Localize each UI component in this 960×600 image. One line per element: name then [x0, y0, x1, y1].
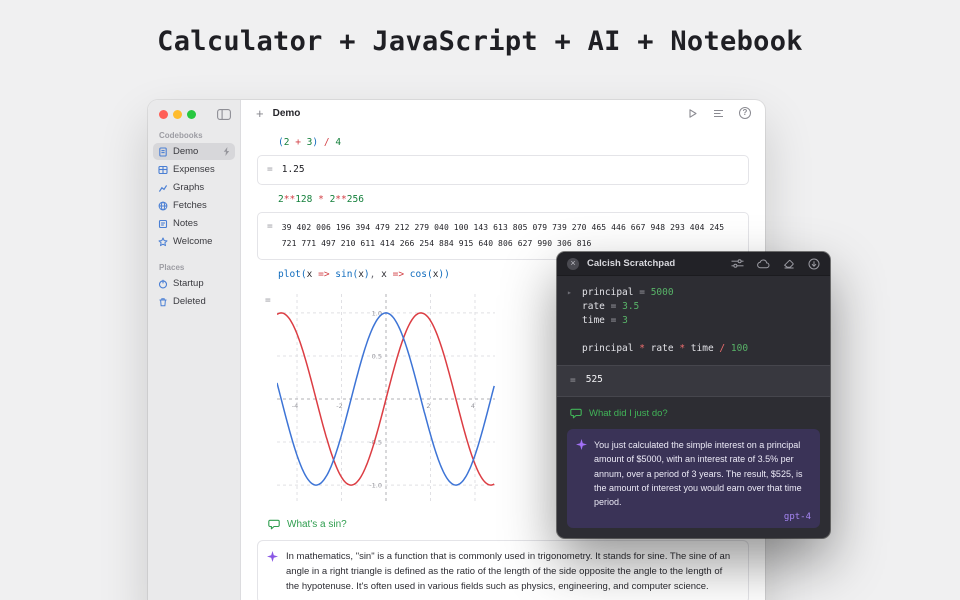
- sidebar-item-label: Expenses: [173, 164, 215, 175]
- add-tab-button[interactable]: +: [256, 107, 264, 120]
- scratchpad-code-line: rate = 3.5: [582, 301, 640, 312]
- svg-text:-2: -2: [336, 402, 342, 410]
- sidebar-item-welcome[interactable]: Welcome: [153, 233, 235, 250]
- eraser-icon[interactable]: [783, 258, 795, 269]
- result-cell: = 1.25: [257, 155, 749, 186]
- sidebar-section-places: Places: [159, 263, 185, 272]
- chat-icon: [268, 519, 280, 530]
- bolt-icon: [223, 147, 230, 156]
- sidebar-item-label: Fetches: [173, 200, 207, 211]
- code-cell[interactable]: (2 + 3) / 4: [251, 128, 755, 155]
- sidebar-item-demo[interactable]: Demo: [153, 143, 235, 160]
- scratchpad-titlebar: × Calcish Scratchpad: [557, 252, 830, 276]
- sidebar-item-deleted[interactable]: Deleted: [153, 293, 235, 310]
- zoom-window-button[interactable]: [187, 110, 196, 119]
- sidebar-item-notes[interactable]: Notes: [153, 215, 235, 232]
- sidebar-item-label: Notes: [173, 218, 198, 229]
- page-title: Calculator + JavaScript + AI + Notebook: [157, 26, 803, 57]
- scratchpad-code-line: principal * rate * time / 100: [582, 343, 749, 354]
- scratchpad-title: Calcish Scratchpad: [587, 258, 676, 269]
- model-badge: gpt-4: [783, 512, 811, 523]
- scratchpad-result-value: 525: [585, 374, 603, 385]
- outline-icon[interactable]: [713, 108, 724, 119]
- chat-icon: [570, 408, 582, 419]
- result-value: 39 402 006 196 394 479 212 279 040 100 1…: [281, 223, 725, 249]
- equals-sign: =: [265, 295, 271, 307]
- sidebar-toggle-icon[interactable]: [217, 109, 231, 120]
- result-value: 1.25: [281, 164, 305, 175]
- question-text: What's a sin?: [287, 519, 347, 531]
- help-icon[interactable]: ?: [739, 107, 751, 119]
- minimize-window-button[interactable]: [173, 110, 182, 119]
- sliders-icon[interactable]: [731, 258, 744, 269]
- sparkle-icon: [576, 439, 587, 451]
- chart-icon: [158, 183, 168, 193]
- scratchpad-code-line: time = 3: [582, 315, 628, 326]
- svg-text:-1.0: -1.0: [369, 482, 382, 490]
- scratchpad-window: × Calcish Scratchpad ▸ principal = 5000: [557, 252, 830, 539]
- svg-text:0.5: 0.5: [371, 353, 381, 361]
- sidebar-item-label: Demo: [173, 146, 199, 157]
- tab-title: Demo: [272, 107, 301, 119]
- ai-answer-text: In mathematics, "sin" is a function that…: [286, 551, 731, 592]
- tab-bar: + Demo ?: [241, 100, 765, 124]
- sidebar-item-expenses[interactable]: Expenses: [153, 161, 235, 178]
- note-icon: [158, 219, 168, 229]
- window-controls: [148, 100, 240, 126]
- scratchpad-ai-text: You just calculated the simple interest …: [594, 440, 803, 508]
- equals-sign: =: [570, 375, 576, 386]
- svg-text:2: 2: [426, 402, 430, 410]
- sparkle-icon: [267, 551, 278, 563]
- sidebar-item-label: Deleted: [173, 296, 206, 307]
- run-icon[interactable]: [687, 108, 698, 119]
- prompt-icon: ▸: [567, 288, 572, 297]
- close-window-button[interactable]: [159, 110, 168, 119]
- plot-svg: -4 -2 2 41.00.5-0.5-1.0: [276, 294, 495, 505]
- power-icon: [158, 279, 168, 289]
- code-cell[interactable]: 2**128 * 2**256: [251, 185, 755, 212]
- canvas: Calculator + JavaScript + AI + Notebook …: [0, 0, 960, 600]
- scratchpad-editor[interactable]: ▸ principal = 5000 rate = 3.5 time = 3 p…: [557, 276, 830, 538]
- scratchpad-code-line: principal = 5000: [582, 287, 674, 298]
- equals-sign: =: [267, 221, 273, 233]
- svg-text:-4: -4: [292, 402, 298, 410]
- cloud-icon[interactable]: [757, 259, 770, 269]
- sidebar-item-label: Startup: [173, 278, 204, 289]
- sidebar-section-codebooks: Codebooks: [159, 131, 203, 140]
- scratchpad-question[interactable]: What did I just do?: [570, 408, 817, 419]
- sidebar-item-startup[interactable]: Startup: [153, 275, 235, 292]
- trash-icon: [158, 297, 168, 307]
- equals-sign: =: [267, 164, 273, 175]
- sidebar-item-label: Welcome: [173, 236, 213, 247]
- scratchpad-ai-answer: You just calculated the simple interest …: [567, 429, 820, 529]
- table-icon: [158, 165, 168, 175]
- close-icon[interactable]: ×: [567, 257, 579, 270]
- globe-icon: [158, 201, 168, 211]
- scratchpad-question-text: What did I just do?: [589, 408, 668, 420]
- sidebar-item-label: Graphs: [173, 182, 205, 193]
- ai-answer-cell: In mathematics, "sin" is a function that…: [257, 540, 749, 600]
- svg-text:4: 4: [471, 402, 475, 410]
- scratchpad-result: = 525: [557, 365, 830, 398]
- sidebar-item-graphs[interactable]: Graphs: [153, 179, 235, 196]
- document-icon: [158, 146, 168, 157]
- sidebar-item-fetches[interactable]: Fetches: [153, 197, 235, 214]
- sidebar: Codebooks Demo Expenses Graphs Fetches N…: [148, 100, 241, 600]
- star-icon: [158, 237, 168, 247]
- download-icon[interactable]: [808, 258, 820, 270]
